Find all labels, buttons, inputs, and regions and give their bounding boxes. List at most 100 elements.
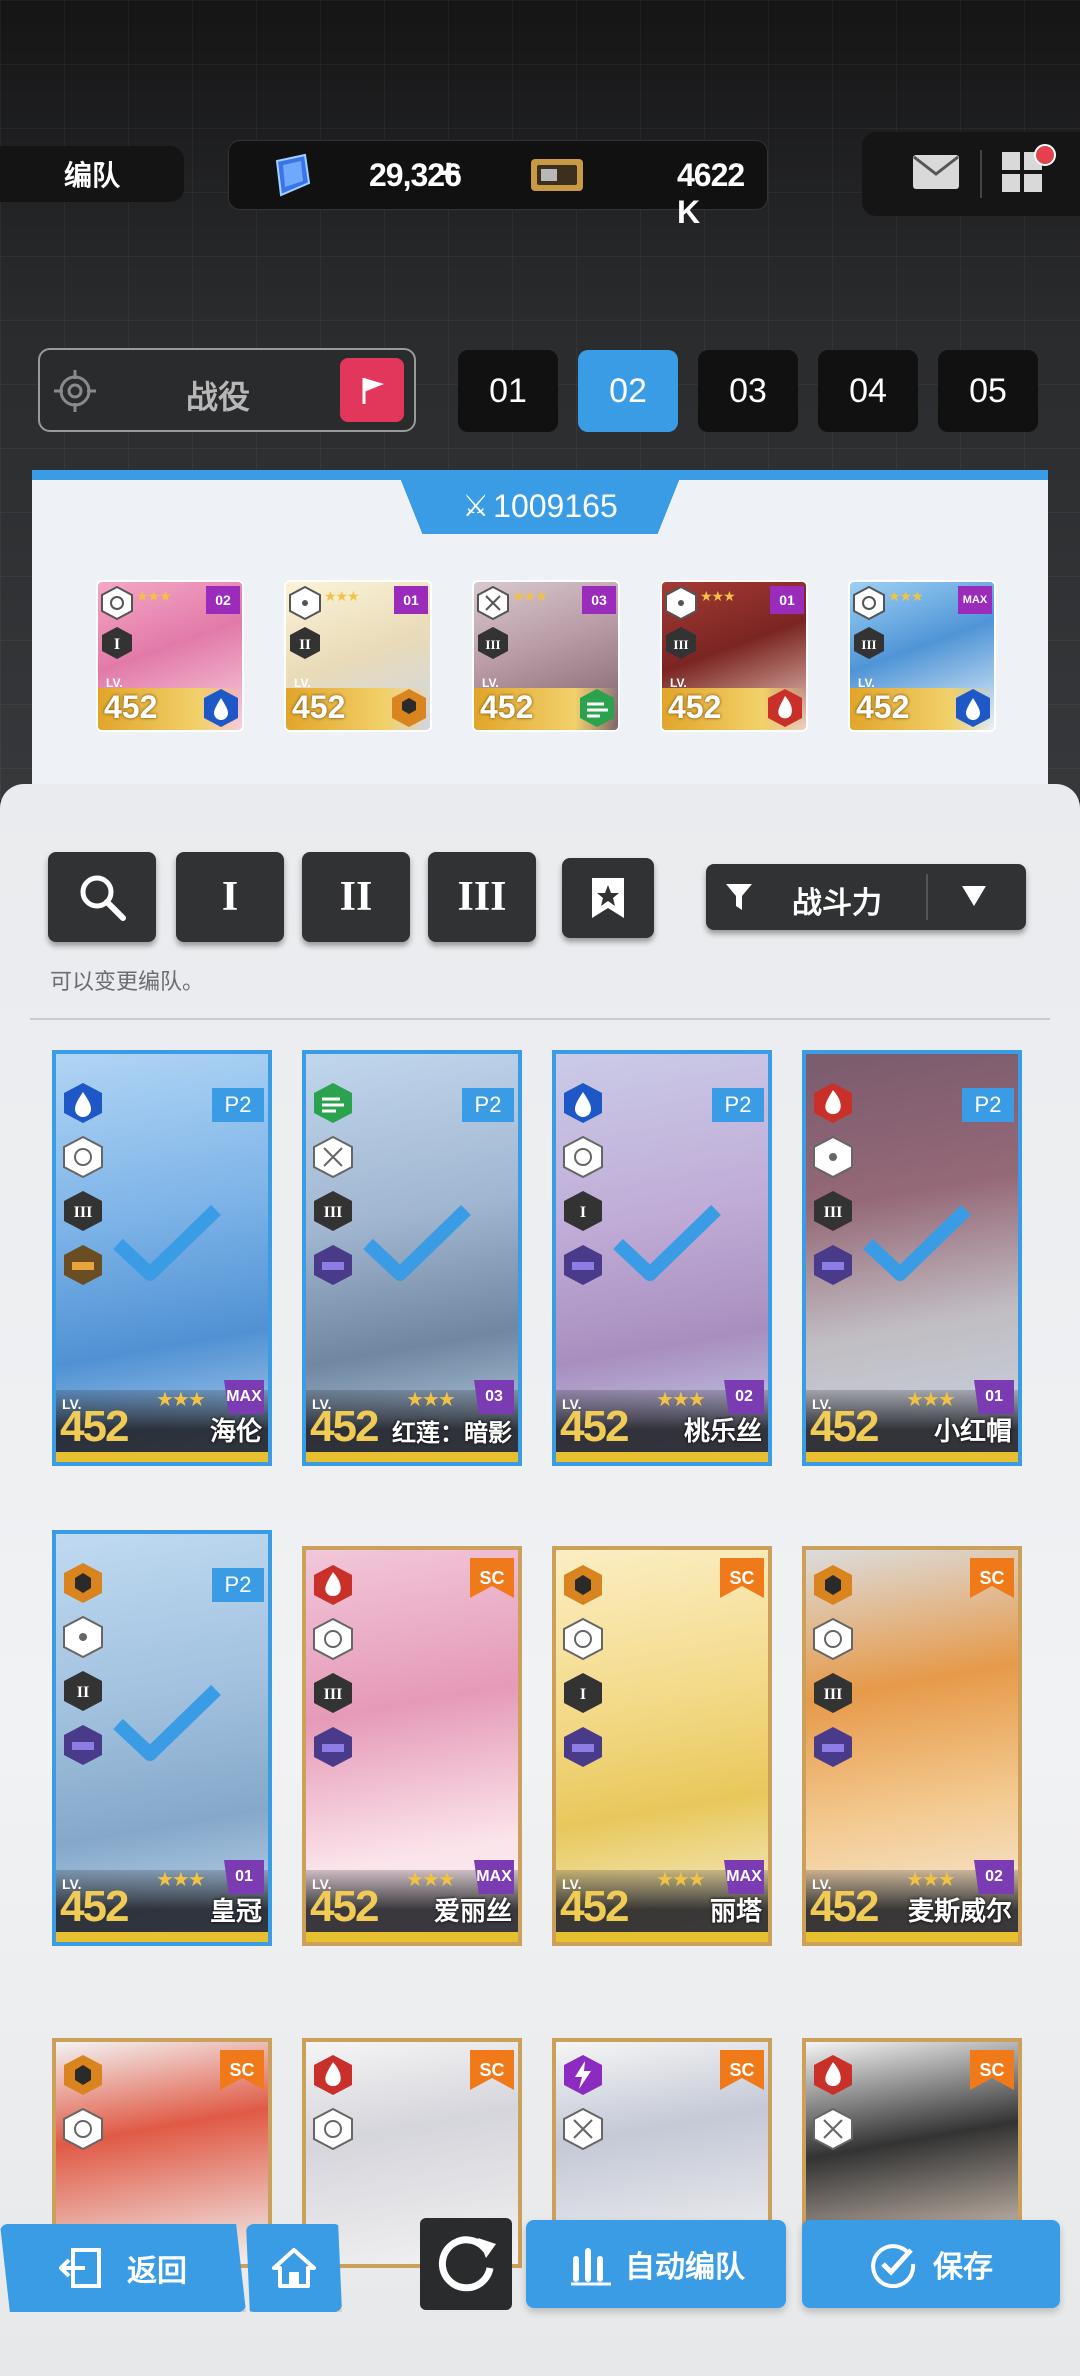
limit-break-badge: 02 (974, 1860, 1014, 1894)
electric-element-icon (564, 2055, 602, 2095)
page-title: 编队 (0, 146, 184, 202)
squad-slot-3[interactable]: ★★★ 03 III LV. 452 (472, 580, 620, 732)
tab-team-03[interactable]: 03 (698, 350, 798, 432)
roster-card-rita[interactable]: I SC ★★★ MAX LV. 452 丽塔 (552, 1546, 772, 1946)
crosshair-icon (54, 370, 96, 412)
campaign-selector[interactable]: 战役 (38, 348, 416, 432)
roster-card-dorothy[interactable]: I P2 ★★★ 02 LV. 452 桃乐丝 (552, 1050, 772, 1466)
burst-icon: III (664, 626, 698, 660)
level-value: 452 (60, 1882, 129, 1931)
gold-strip (56, 1932, 268, 1942)
exit-icon (59, 2248, 101, 2288)
roster-card-red-hood[interactable]: III P2 ★★★ 01 LV. 452 小红帽 (802, 1050, 1022, 1466)
limit-break-badge: 02 (724, 1380, 764, 1414)
fire-element-icon (314, 1565, 352, 1605)
back-button[interactable]: 返回 (0, 2224, 246, 2312)
refresh-button[interactable] (420, 2218, 512, 2310)
check-icon (613, 1204, 721, 1281)
home-icon (272, 2248, 316, 2288)
svg-text:III: III (324, 1204, 343, 1221)
buy-gems-button[interactable]: + (437, 151, 460, 196)
divider (30, 1018, 1050, 1020)
p2-badge: P2 (212, 1568, 264, 1602)
filter-burst-1-button[interactable]: I (176, 852, 284, 942)
character-name: 爱丽丝 (433, 1896, 512, 1926)
filter-burst-2-button[interactable]: II (302, 852, 410, 942)
character-name: 红莲：暗影 (392, 1420, 512, 1447)
home-button[interactable] (246, 2224, 342, 2312)
tab-team-04[interactable]: 04 (818, 350, 918, 432)
squad-slot-4[interactable]: ★★★ 01 III LV. 452 (660, 580, 808, 732)
roster-card-maxwell[interactable]: III SC ★★★ 02 LV. 452 麦斯威尔 (802, 1546, 1022, 1946)
character-name: 皇冠 (209, 1896, 262, 1926)
gold-strip (306, 1452, 518, 1462)
roster-card-crown[interactable]: II P2 ★★★ 01 LV. 452 皇冠 (52, 1530, 272, 1946)
wind-element-icon (578, 688, 616, 728)
save-button[interactable]: 保存 (802, 2220, 1060, 2308)
auto-formation-button[interactable]: 自动编队 (526, 2220, 786, 2308)
water-element-icon (64, 1083, 102, 1123)
mail-icon[interactable] (912, 154, 960, 190)
save-label: 保存 (933, 2251, 993, 2284)
class-icon (664, 585, 698, 621)
burst-label: III (861, 637, 876, 652)
limit-break-badge: 01 (394, 586, 428, 614)
gold-strip (806, 1452, 1018, 1462)
character-name: 小红帽 (933, 1416, 1012, 1446)
credit-card-icon (531, 159, 583, 191)
top-right-menu (862, 132, 1080, 216)
tab-team-05[interactable]: 05 (938, 350, 1038, 432)
burst-1-icon: I (564, 1191, 602, 1231)
squad-slot-5[interactable]: ★★★ MAX III LV. 452 (848, 580, 996, 732)
class-icon (852, 585, 886, 621)
limit-break-badge: 01 (224, 1860, 264, 1894)
level-value: 452 (668, 689, 722, 725)
level-value: 452 (560, 1402, 629, 1451)
svg-text:III: III (824, 1204, 843, 1221)
star-rating: ★★★ (136, 588, 172, 604)
squad-slot-2[interactable]: ★★★ 01 II LV. 452 (284, 580, 432, 732)
weapon-icon (64, 1725, 102, 1765)
class-icon (313, 1618, 353, 1660)
sort-dropdown[interactable]: 战斗力 (706, 864, 1026, 930)
tab-team-02[interactable]: 02 (578, 350, 678, 432)
limit-break-badge: MAX (958, 586, 992, 614)
tab-team-01[interactable]: 01 (458, 350, 558, 432)
squad-slot-1[interactable]: ★★★ 02 I LV. 452 (96, 580, 244, 732)
gold-strip (306, 1932, 518, 1942)
burst-3-icon: III (314, 1191, 352, 1231)
fire-element-icon (814, 2055, 852, 2095)
star-rating: ★★★ (906, 1869, 956, 1891)
burst-3-icon: III (314, 1673, 352, 1713)
campaign-flag-button[interactable] (340, 358, 404, 422)
level-value: 452 (310, 1402, 379, 1451)
search-button[interactable] (48, 852, 156, 942)
iron-element-icon (64, 1563, 102, 1603)
roster-card-helm[interactable]: III P2 ★★★ MAX LV. 452 海伦 (52, 1050, 272, 1466)
burst-2-icon: II (64, 1671, 102, 1711)
burst-icon: II (288, 626, 322, 660)
burst-icon: III (852, 626, 886, 660)
water-element-icon (954, 688, 992, 728)
currency-bar: 29,326 + 4622 K (228, 140, 768, 230)
level-label: LV. (106, 676, 123, 690)
level-value: 452 (60, 1402, 129, 1451)
roster-card-alice[interactable]: III SC ★★★ MAX LV. 452 爱丽丝 (302, 1546, 522, 1946)
iron-element-icon (390, 688, 428, 728)
svg-text:III: III (824, 1686, 843, 1703)
star-rating: ★★★ (512, 588, 548, 604)
burst-3-icon: III (814, 1673, 852, 1713)
p2-badge: P2 (962, 1088, 1014, 1122)
roster-card-scarlet-black-shadow[interactable]: III P2 ★★★ 03 LV. 452 红莲：暗影 (302, 1050, 522, 1466)
class-icon (563, 1136, 603, 1178)
bookmark-star-icon (592, 878, 624, 918)
class-icon (63, 1136, 103, 1178)
team-panel: ⚔ 1009165 ★★★ 02 I LV. 452 ★★★ 01 II LV.… (32, 470, 1048, 810)
filter-burst-3-button[interactable]: III (428, 852, 536, 942)
level-label: LV. (294, 676, 311, 690)
gold-strip (56, 1452, 268, 1462)
limit-break-badge: MAX (474, 1860, 514, 1894)
level-value: 452 (292, 689, 346, 725)
limit-break-badge: 03 (582, 586, 616, 614)
favorite-filter-button[interactable] (562, 858, 654, 938)
